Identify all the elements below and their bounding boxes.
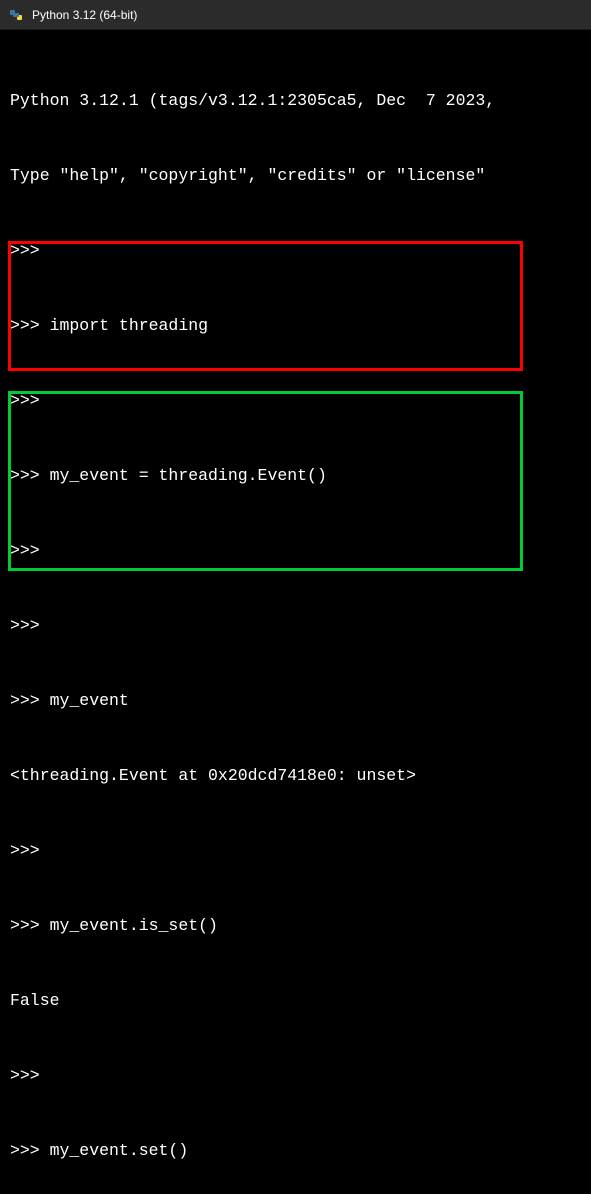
terminal-line: False <box>10 988 581 1013</box>
terminal-area[interactable]: Python 3.12.1 (tags/v3.12.1:2305ca5, Dec… <box>0 30 591 1194</box>
terminal-line: >>> import threading <box>10 313 581 338</box>
terminal-line: Python 3.12.1 (tags/v3.12.1:2305ca5, Dec… <box>10 88 581 113</box>
terminal-line: >>> my_event <box>10 688 581 713</box>
python-icon <box>8 7 24 23</box>
terminal-line: >>> <box>10 538 581 563</box>
terminal-line: Type "help", "copyright", "credits" or "… <box>10 163 581 188</box>
terminal-line: >>> <box>10 838 581 863</box>
terminal-line: >>> my_event.is_set() <box>10 913 581 938</box>
terminal-line: >>> my_event = threading.Event() <box>10 463 581 488</box>
terminal-line: <threading.Event at 0x20dcd7418e0: unset… <box>10 763 581 788</box>
terminal-line: >>> <box>10 613 581 638</box>
terminal-line: >>> <box>10 238 581 263</box>
terminal-line: >>> <box>10 388 581 413</box>
terminal-line: >>> <box>10 1063 581 1088</box>
window-titlebar: Python 3.12 (64-bit) <box>0 0 591 30</box>
window-title: Python 3.12 (64-bit) <box>32 8 137 22</box>
terminal-line: >>> my_event.set() <box>10 1138 581 1163</box>
